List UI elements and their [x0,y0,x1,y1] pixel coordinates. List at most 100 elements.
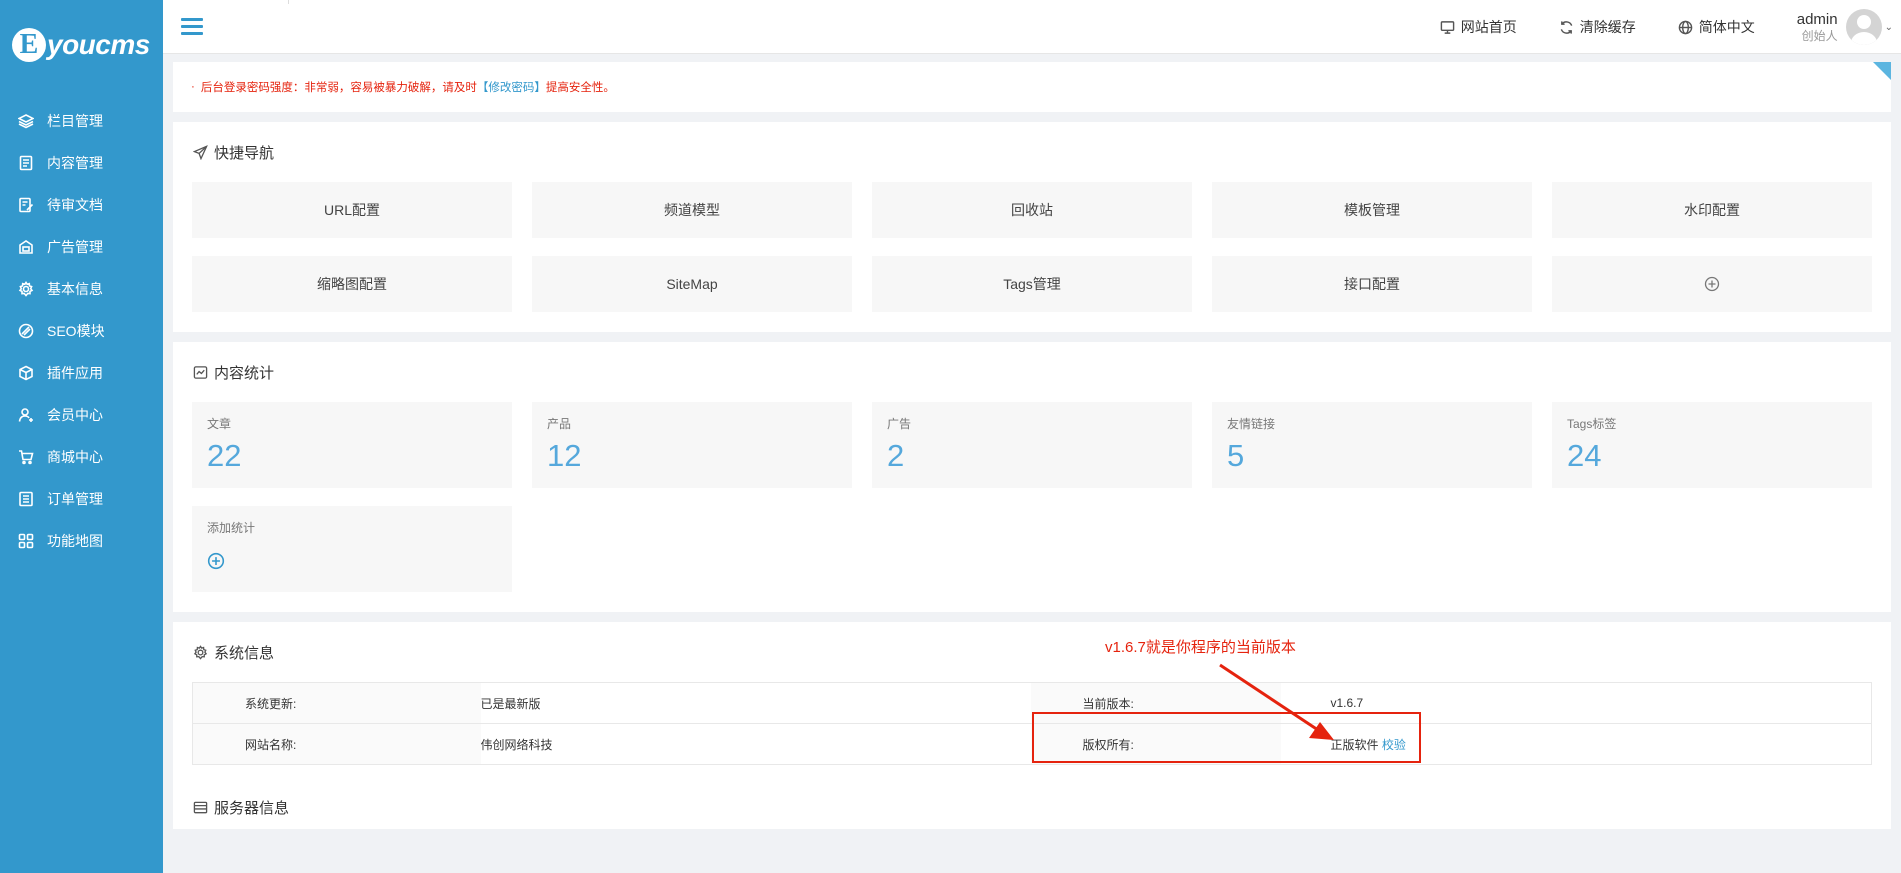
stat-label: 产品 [547,417,572,431]
site-home-label: 网站首页 [1460,19,1517,35]
quick-tags[interactable]: Tags管理 [872,256,1192,312]
site-name-value: 伟创网络科技 [480,737,553,752]
sidebar-item-orders[interactable]: 订单管理 [0,478,163,520]
chevron-down-icon[interactable]: ⌄ [1885,22,1893,33]
cube-icon [19,365,33,381]
corner-ribbon[interactable] [1873,62,1891,80]
avatar[interactable] [1845,9,1882,45]
sidebar-item-column[interactable]: 栏目管理 [0,100,163,142]
sidebar-item-shop[interactable]: 商城中心 [0,436,163,478]
change-password-link[interactable]: 【修改密码】 [477,79,546,95]
sidebar-item-label: 商城中心 [47,449,103,465]
quick-url-config[interactable]: URL配置 [192,182,512,238]
stats-grid: 文章 22 产品 12 广告 2 友情链接 5 Tags标签 24 添加统计 [173,402,1891,612]
stat-add-label: 添加统计 [207,521,256,535]
language-label: 简体中文 [1698,19,1755,35]
sidebar-item-label: 功能地图 [47,533,103,549]
logo-mark: E [12,28,46,62]
quick-api-config[interactable]: 接口配置 [1212,256,1532,312]
logo[interactable]: E youcms [0,0,163,90]
alert-panel: · 后台登录密码强度：非常弱，容易被暴力破解，请及时 【修改密码】 提高安全性。 [173,62,1891,112]
quick-thumbnail[interactable]: 缩略图配置 [192,256,512,312]
sidebar-item-label: 广告管理 [47,239,103,255]
clear-cache-link[interactable]: 清除缓存 [1559,17,1636,37]
stat-label: 文章 [207,417,232,431]
sidebar: E youcms 栏目管理 内容管理 待审文档 广告管理 基本信息 SEO模块 [0,0,163,873]
quick-nav-grid: URL配置 频道模型 回收站 模板管理 水印配置 缩略图配置 SiteMap T… [173,182,1891,332]
ad-icon [19,240,33,254]
content-stats-panel: 内容统计 文章 22 产品 12 广告 2 友情链接 5 Tags标签 24 添… [173,342,1891,612]
quick-template-manage[interactable]: 模板管理 [1212,182,1532,238]
menu-toggle-icon[interactable] [181,18,203,36]
sidebar-item-label: SEO模块 [47,323,105,339]
sidebar-item-pending[interactable]: 待审文档 [0,184,163,226]
user-text: admin 创始人 [1797,11,1838,43]
content-stats-title: 内容统计 [173,342,1891,402]
content-stats-title-text: 内容统计 [214,364,275,382]
send-icon [193,144,208,160]
grid-icon [18,533,34,549]
plus-circle-icon[interactable] [207,552,225,570]
sidebar-nav: 栏目管理 内容管理 待审文档 广告管理 基本信息 SEO模块 插件应用 会员中心… [0,90,163,562]
user-name: admin [1796,11,1838,28]
sidebar-item-ads[interactable]: 广告管理 [0,226,163,268]
stat-card-tags[interactable]: Tags标签 24 [1552,402,1872,488]
stat-card-articles[interactable]: 文章 22 [192,402,512,488]
topbar-divider [288,0,289,4]
stat-value: 24 [1567,438,1602,473]
sidebar-item-label: 栏目管理 [47,113,103,129]
layers-icon [18,114,34,129]
quick-nav-title-text: 快捷导航 [214,144,275,162]
stat-label: Tags标签 [1567,417,1617,431]
language-link[interactable]: 简体中文 [1678,17,1755,37]
list-icon [19,491,33,507]
sidebar-item-basic[interactable]: 基本信息 [0,268,163,310]
stat-label: 广告 [887,417,912,431]
server-info-title: 服务器信息 [173,785,1891,829]
annotation-text: v1.6.7就是你程序的当前版本 [1105,639,1296,656]
refresh-icon [1560,20,1573,34]
site-home-link[interactable]: 网站首页 [1440,17,1517,37]
stat-card-add[interactable]: 添加统计 [192,506,512,592]
quick-add-button[interactable] [1552,256,1872,312]
sidebar-item-label: 插件应用 [47,365,103,381]
password-alert: · 后台登录密码强度：非常弱，容易被暴力破解，请及时 【修改密码】 提高安全性。 [173,62,1891,112]
system-info-title: 系统信息 [173,622,1891,682]
stat-value: 22 [207,438,242,473]
stat-card-ads[interactable]: 广告 2 [872,402,1192,488]
user-menu[interactable]: admin 创始人 ⌄ [1797,9,1893,45]
sidebar-item-label: 待审文档 [47,197,103,213]
sidebar-item-map[interactable]: 功能地图 [0,520,163,562]
sidebar-item-members[interactable]: 会员中心 [0,394,163,436]
topbar: 网站首页 清除缓存 简体中文 admin 创始人 ⌄ [163,0,1901,54]
stat-card-products[interactable]: 产品 12 [532,402,852,488]
sidebar-item-plugins[interactable]: 插件应用 [0,352,163,394]
quick-channel-model[interactable]: 频道模型 [532,182,852,238]
server-icon [193,801,208,813]
sidebar-item-seo[interactable]: SEO模块 [0,310,163,352]
quick-recycle-bin[interactable]: 回收站 [872,182,1192,238]
stat-value: 2 [887,438,905,473]
chart-icon [193,365,208,379]
stat-value: 12 [547,438,582,473]
document-icon [19,155,33,171]
annotation-box [1032,712,1421,763]
gear-icon [193,644,208,660]
stat-label: 友情链接 [1227,417,1276,431]
plus-circle-icon [1704,276,1720,292]
quick-sitemap[interactable]: SiteMap [532,256,852,312]
sidebar-item-content[interactable]: 内容管理 [0,142,163,184]
alert-text: 后台登录密码强度：非常弱，容易被暴力破解，请及时 [200,82,477,94]
quick-watermark[interactable]: 水印配置 [1552,182,1872,238]
server-info-title-text: 服务器信息 [214,799,290,817]
quick-nav-panel: 快捷导航 URL配置 频道模型 回收站 模板管理 水印配置 缩略图配置 Site… [173,122,1891,332]
clear-cache-label: 清除缓存 [1579,19,1636,35]
sidebar-item-label: 会员中心 [47,407,103,423]
stat-card-links[interactable]: 友情链接 5 [1212,402,1532,488]
update-key: 系统更新: [192,682,481,724]
gear-icon [18,281,34,297]
system-info-title-text: 系统信息 [214,644,275,662]
top-links: 网站首页 清除缓存 简体中文 admin 创始人 ⌄ [1440,0,1893,54]
alert-text-after: 提高安全性。 [545,82,615,94]
seo-icon [18,323,34,339]
